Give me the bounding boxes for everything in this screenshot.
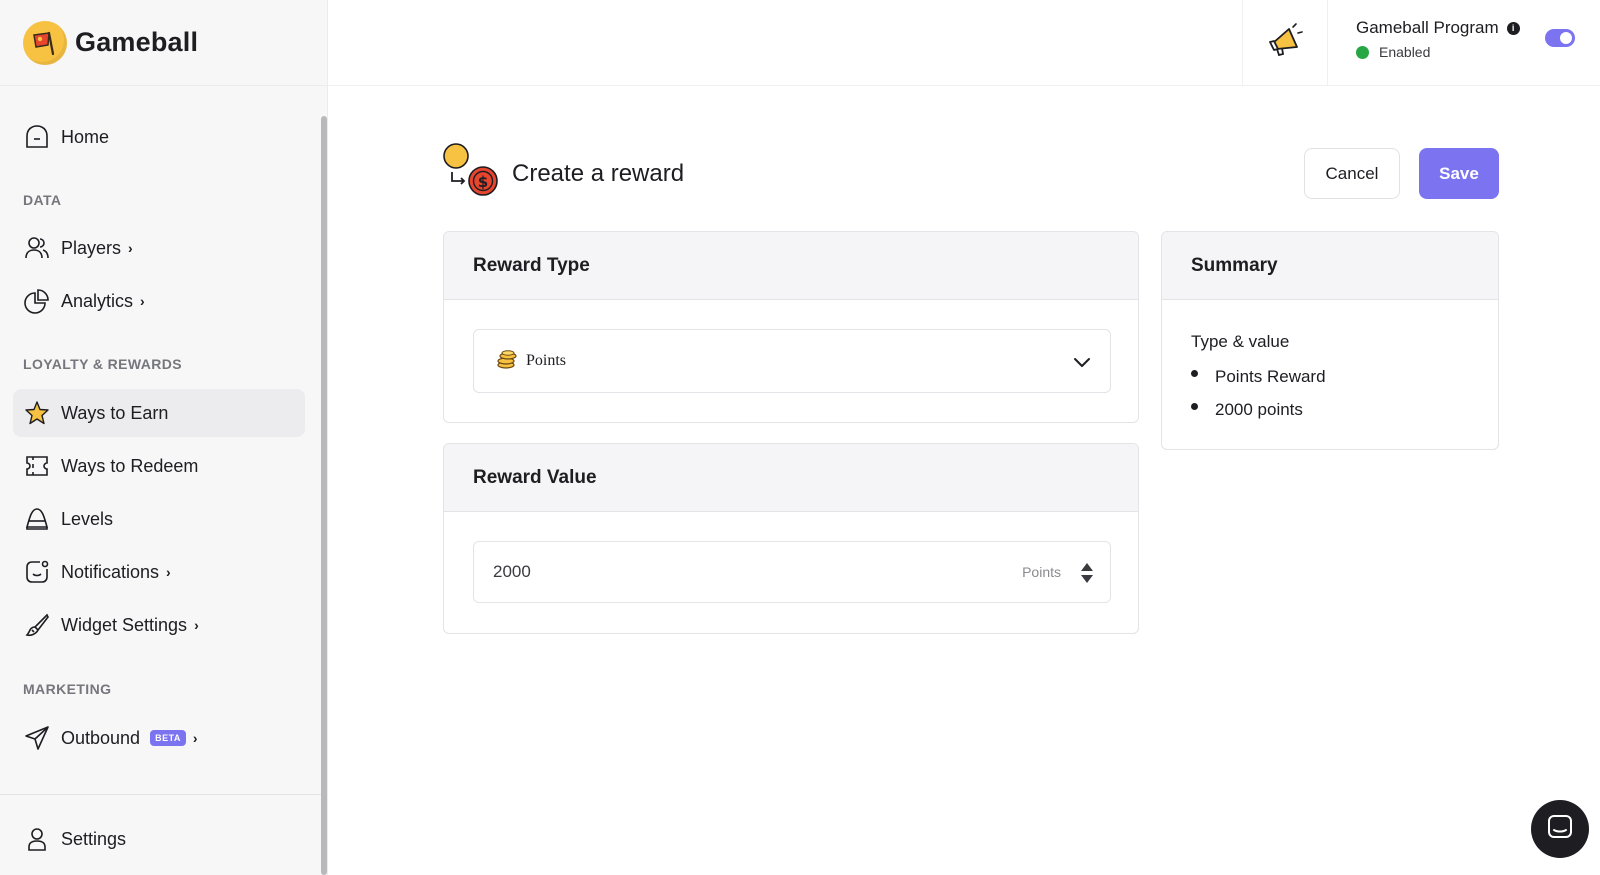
users-icon	[23, 234, 51, 262]
sidebar-item-players[interactable]: Players ›	[13, 224, 305, 272]
reward-conversion-icon: $	[442, 143, 498, 204]
send-icon	[23, 724, 51, 752]
sidebar-item-label: Notifications	[61, 561, 160, 582]
reward-type-select[interactable]: Points	[473, 329, 1111, 393]
status-dot-icon	[1356, 45, 1369, 59]
reward-value-unit: Points	[1022, 564, 1061, 580]
sidebar-item-ways-to-redeem[interactable]: Ways to Redeem	[13, 442, 305, 490]
summary-card: Summary Type & value Points Reward 2000 …	[1161, 231, 1499, 450]
sidebar-item-settings[interactable]: Settings	[13, 815, 305, 863]
reward-value-input[interactable]: 2000 Points	[473, 541, 1111, 603]
star-icon	[23, 399, 51, 427]
user-icon	[23, 825, 51, 853]
sidebar-item-ways-to-earn[interactable]: Ways to Earn	[13, 389, 305, 437]
top-bar: Gameball Program i Enabled	[328, 0, 1600, 86]
gameball-logo-icon	[23, 20, 67, 65]
brand-header: Gameball	[0, 0, 327, 86]
cancel-button[interactable]: Cancel	[1304, 148, 1400, 199]
brush-icon	[23, 611, 51, 639]
section-label-marketing: MARKETING	[23, 681, 112, 697]
sidebar-item-label: Ways to Redeem	[61, 455, 199, 476]
sidebar-item-label: Outbound	[61, 727, 141, 748]
chevron-down-icon	[1072, 352, 1092, 377]
levels-icon	[23, 505, 51, 533]
sidebar-item-home[interactable]: Home	[13, 113, 305, 161]
card-title: Reward Type	[444, 232, 1138, 300]
chevron-right-icon: ›	[140, 293, 145, 309]
card-title: Summary	[1162, 232, 1498, 300]
program-toggle[interactable]	[1545, 29, 1575, 47]
sidebar-item-label: Levels	[61, 508, 114, 529]
page-title: Create a reward	[512, 159, 685, 187]
ticket-icon	[23, 452, 51, 480]
sidebar-divider	[0, 794, 322, 795]
svg-text:$: $	[478, 173, 488, 191]
notification-icon	[23, 558, 51, 586]
summary-list: Points Reward 2000 points	[1191, 360, 1326, 426]
program-status: Enabled	[1379, 44, 1431, 60]
sidebar-item-label: Ways to Earn	[61, 402, 169, 423]
stepper-icon[interactable]	[1080, 562, 1094, 589]
pie-chart-icon	[23, 287, 51, 315]
sidebar: Gameball Home DATA Players › Analytics ›…	[0, 0, 328, 875]
sidebar-item-label: Settings	[61, 828, 127, 849]
beta-badge: BETA	[150, 730, 186, 746]
sidebar-item-label: Widget Settings	[61, 614, 188, 635]
program-status-row: Enabled	[1356, 44, 1520, 60]
section-label-data: DATA	[23, 192, 62, 208]
sidebar-item-levels[interactable]: Levels	[13, 495, 305, 543]
home-icon	[23, 123, 51, 151]
card-title: Reward Value	[444, 444, 1138, 512]
page-header: $ Create a reward	[442, 143, 684, 204]
chevron-right-icon: ›	[166, 564, 171, 580]
program-title: Gameball Program	[1356, 18, 1499, 37]
chat-icon	[1546, 813, 1574, 846]
section-label-loyalty: LOYALTY & REWARDS	[23, 356, 183, 372]
info-icon[interactable]: i	[1506, 21, 1520, 35]
chat-launcher-button[interactable]	[1531, 800, 1589, 858]
chevron-right-icon: ›	[194, 617, 199, 633]
brand-name: Gameball	[75, 27, 199, 57]
program-title-row: Gameball Program i	[1356, 18, 1520, 38]
sidebar-item-label: Players	[61, 237, 122, 258]
summary-item: Points Reward	[1191, 360, 1326, 393]
chevron-right-icon: ›	[128, 240, 133, 256]
summary-item: 2000 points	[1191, 393, 1326, 426]
save-button[interactable]: Save	[1419, 148, 1499, 199]
reward-type-card: Reward Type Points	[443, 231, 1139, 423]
sidebar-item-label: Analytics	[61, 290, 134, 311]
announcements-button[interactable]	[1242, 0, 1328, 86]
reward-value-body: 2000 Points	[444, 512, 1138, 633]
sidebar-item-outbound[interactable]: Outbound BETA ›	[13, 714, 305, 762]
coins-icon	[496, 348, 518, 375]
megaphone-icon	[1265, 21, 1305, 66]
sidebar-item-label: Home	[61, 126, 110, 147]
program-status-block: Gameball Program i Enabled	[1356, 18, 1520, 60]
reward-value-number: 2000	[493, 562, 531, 581]
sidebar-item-widget-settings[interactable]: Widget Settings ›	[13, 601, 305, 649]
chevron-right-icon: ›	[192, 730, 198, 746]
sidebar-item-analytics[interactable]: Analytics ›	[13, 277, 305, 325]
reward-type-value: Points	[526, 352, 567, 369]
summary-subtitle: Type & value	[1191, 332, 1290, 351]
app-root: Gameball Home DATA Players › Analytics ›…	[0, 0, 1600, 875]
sidebar-scrollbar[interactable]	[321, 116, 327, 875]
reward-value-card: Reward Value 2000 Points	[443, 443, 1139, 634]
sidebar-item-notifications[interactable]: Notifications ›	[13, 548, 305, 596]
